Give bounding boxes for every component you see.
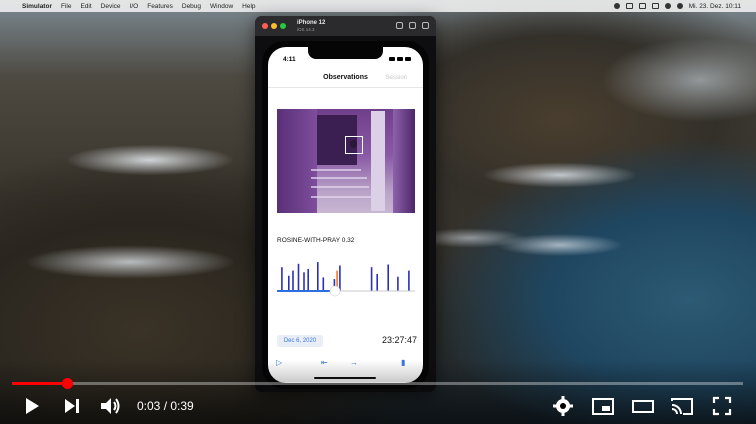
timeline-slider-knob[interactable] [329, 285, 341, 297]
observation-bar[interactable] [339, 265, 341, 292]
menu-app[interactable]: Simulator [22, 3, 52, 10]
miniplayer-inset-icon [602, 406, 610, 411]
keyboard-icon[interactable] [638, 3, 646, 9]
settings-tooth-icon [553, 404, 557, 408]
video-stair [311, 169, 361, 171]
cast-wave-icon [671, 408, 678, 415]
cast-button[interactable] [669, 395, 695, 417]
desktop-wallpaper: Simulator File Edit Device I/O Features … [0, 0, 756, 424]
nav-divider [268, 87, 423, 88]
theater-icon [632, 400, 654, 413]
player-time: 0:03 / 0:39 [137, 399, 194, 413]
menubar-clock[interactable]: Mi. 23. Dez. 10:11 [689, 3, 741, 10]
video-wall-right [393, 109, 415, 213]
nav-right-button[interactable]: Session [386, 75, 407, 81]
volume-icon [101, 398, 111, 414]
settings-button[interactable] [552, 395, 574, 417]
observation-bar[interactable] [317, 262, 319, 291]
play-icon [26, 398, 39, 414]
observation-bar[interactable] [397, 276, 399, 291]
display-icon[interactable] [625, 3, 633, 9]
video-stair [311, 186, 369, 188]
volume-wave-icon [113, 401, 117, 411]
wifi-status-icon [397, 57, 403, 61]
observation-bar[interactable] [376, 274, 378, 291]
status-time: 4:11 [283, 56, 296, 63]
observation-bar[interactable] [288, 275, 290, 291]
simulator-titlebar[interactable]: iPhone 12 iOS 14.3 [255, 16, 436, 36]
detection-box [345, 136, 363, 154]
signal-icon [389, 57, 395, 61]
fullscreen-button[interactable] [711, 395, 733, 417]
battery-icon[interactable] [651, 3, 659, 9]
phone-screen: 4:11 Observations Session ROSINE-WITH-PR… [268, 47, 423, 383]
observation-video[interactable] [277, 109, 415, 213]
observation-bar[interactable] [370, 267, 373, 291]
date-button[interactable]: Dec 6, 2020 [277, 335, 323, 347]
observation-timeline-chart[interactable] [277, 253, 415, 305]
menu-debug[interactable]: Debug [182, 3, 201, 10]
progress-fill [12, 382, 67, 385]
observation-bar[interactable] [297, 263, 300, 291]
settings-hub-icon [560, 403, 566, 409]
wifi-icon[interactable] [664, 3, 671, 9]
timeline-track-filled [277, 290, 335, 292]
video-stair [311, 177, 367, 179]
volume-button[interactable] [99, 395, 123, 417]
menu-edit[interactable]: Edit [80, 3, 91, 10]
home-icon[interactable] [409, 22, 416, 29]
screenshot-icon[interactable] [396, 22, 403, 29]
observation-bar[interactable] [387, 264, 389, 292]
observation-bar[interactable] [303, 272, 305, 291]
observation-bar[interactable] [322, 277, 325, 291]
fullscreen-icon [712, 396, 732, 416]
apple-icon[interactable] [6, 2, 14, 10]
rotate-icon[interactable] [422, 22, 429, 29]
time-value: 23:27:47 [381, 335, 417, 345]
menu-features[interactable]: Features [147, 3, 173, 10]
simulator-title: iPhone 12 iOS 14.3 [297, 20, 325, 32]
menu-file[interactable]: File [61, 3, 71, 10]
play-button[interactable] [22, 395, 42, 417]
next-button[interactable] [62, 395, 82, 417]
scrubber-handle[interactable] [61, 378, 73, 389]
observation-bar[interactable] [281, 267, 283, 291]
next-icon [65, 399, 75, 413]
menu-io[interactable]: I/O [130, 3, 139, 10]
battery-status-icon [405, 57, 411, 61]
observation-bar[interactable] [307, 268, 309, 291]
detected-animal [350, 140, 357, 148]
menu-help[interactable]: Help [242, 3, 255, 10]
os-version: iOS 14.3 [297, 27, 315, 32]
zoom-icon[interactable] [280, 23, 286, 29]
theater-button[interactable] [631, 395, 655, 417]
menu-device[interactable]: Device [101, 3, 121, 10]
settings-tooth-icon [561, 412, 565, 416]
minimize-icon[interactable] [271, 23, 277, 29]
menu-window[interactable]: Window [210, 3, 233, 10]
close-icon[interactable] [262, 23, 268, 29]
spotlight-icon[interactable] [676, 3, 683, 9]
phone-notch [308, 47, 383, 59]
record-icon[interactable] [613, 3, 620, 9]
miniplayer-button[interactable] [591, 395, 615, 417]
video-door [371, 111, 385, 211]
observation-bar[interactable] [292, 270, 294, 291]
device-name: iPhone 12 [297, 20, 326, 26]
menubar-status: Mi. 23. Dez. 10:11 [613, 3, 750, 10]
menubar: Simulator File Edit Device I/O Features … [0, 0, 756, 12]
video-stair [311, 196, 371, 198]
detection-label: ROSINE-WITH-PRAY 0.32 [277, 237, 355, 244]
settings-tooth-icon [569, 404, 573, 408]
observation-bar[interactable] [408, 270, 410, 291]
simulator-tools [396, 22, 429, 29]
timeline-track [335, 290, 415, 292]
progress-bar[interactable] [12, 378, 743, 389]
status-icons [389, 57, 411, 61]
next-bar-icon [76, 399, 79, 413]
settings-tooth-icon [561, 396, 565, 400]
